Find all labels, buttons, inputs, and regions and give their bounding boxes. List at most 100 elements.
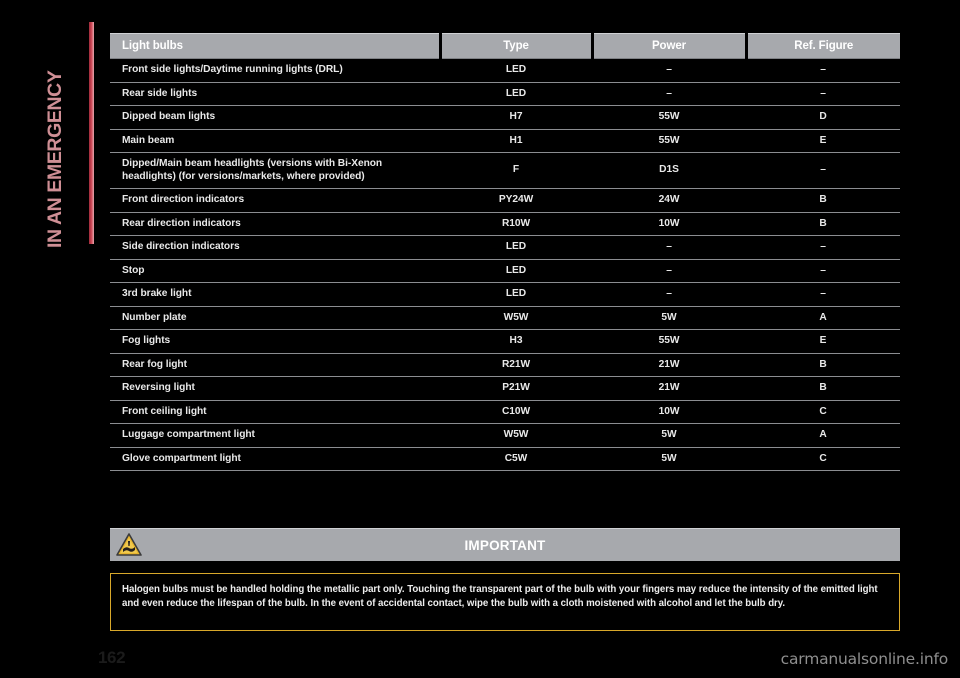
table-row: Front side lights/Daytime running lights… [110, 58, 900, 83]
table-row: 3rd brake light LED – – [110, 282, 900, 307]
cell-bulb-type: H1 [440, 129, 592, 153]
column-header-type: Type [438, 33, 594, 59]
cell-bulb-type: LED [440, 282, 592, 307]
section-tab-label: IN AN EMERGENCY [44, 70, 66, 248]
watermark: carmanualsonline.info [780, 650, 949, 668]
page-number: 162 [98, 648, 126, 667]
column-header-ref-figure: Ref. Figure [744, 33, 900, 59]
cell-bulb-name: Luggage compartment light [110, 423, 440, 448]
cell-bulb-ref: – [746, 152, 900, 189]
cell-bulb-name: Glove compartment light [110, 447, 440, 471]
light-bulbs-table: Light bulbs Type Power Ref. Figure Front… [110, 33, 900, 471]
cell-bulb-type: C5W [440, 447, 592, 471]
cell-bulb-ref: – [746, 82, 900, 106]
table-row: Main beam H1 55W E [110, 129, 900, 153]
table-row: Stop LED – – [110, 259, 900, 283]
table-row: Glove compartment light C5W 5W C [110, 447, 900, 471]
cell-bulb-type: PY24W [440, 188, 592, 213]
cell-bulb-power: 24W [592, 188, 746, 213]
cell-bulb-name: Number plate [110, 306, 440, 330]
important-header: IMPORTANT [110, 528, 900, 561]
table-row: Front ceiling light C10W 10W C [110, 400, 900, 424]
table-row: Fog lights H3 55W E [110, 329, 900, 354]
table-row: Rear side lights LED – – [110, 82, 900, 106]
cell-bulb-name: Rear fog light [110, 353, 440, 377]
cell-bulb-power: – [592, 282, 746, 307]
cell-bulb-name: Reversing light [110, 376, 440, 401]
cell-bulb-type: P21W [440, 376, 592, 401]
table-row: Front direction indicators PY24W 24W B [110, 188, 900, 213]
cell-bulb-power: – [592, 259, 746, 283]
cell-bulb-ref: B [746, 353, 900, 377]
section-tab: IN AN EMERGENCY [44, 18, 100, 248]
cell-bulb-ref: – [746, 282, 900, 307]
cell-bulb-type: C10W [440, 400, 592, 424]
cell-bulb-ref: B [746, 376, 900, 401]
cell-bulb-type: W5W [440, 423, 592, 448]
cell-bulb-type: H7 [440, 105, 592, 130]
table-row: Side direction indicators LED – – [110, 235, 900, 260]
important-title: IMPORTANT [464, 537, 546, 553]
cell-bulb-type: LED [440, 58, 592, 83]
cell-bulb-name: Rear direction indicators [110, 212, 440, 236]
cell-bulb-power: D1S [592, 152, 746, 189]
cell-bulb-ref: C [746, 400, 900, 424]
important-body: Halogen bulbs must be handled holding th… [110, 573, 900, 631]
table-row: Number plate W5W 5W A [110, 306, 900, 330]
cell-bulb-ref: B [746, 188, 900, 213]
table-row: Dipped beam lights H7 55W D [110, 105, 900, 130]
cell-bulb-name: Front direction indicators [110, 188, 440, 213]
cell-bulb-type: LED [440, 82, 592, 106]
cell-bulb-type: R10W [440, 212, 592, 236]
warning-triangle-icon [116, 533, 142, 556]
cell-bulb-name: Stop [110, 259, 440, 283]
table-body: Front side lights/Daytime running lights… [110, 58, 900, 471]
cell-bulb-power: 21W [592, 376, 746, 401]
table-row: Reversing light P21W 21W B [110, 376, 900, 401]
table-row: Rear fog light R21W 21W B [110, 353, 900, 377]
cell-bulb-name: Main beam [110, 129, 440, 153]
cell-bulb-type: W5W [440, 306, 592, 330]
column-header-power: Power [590, 33, 748, 59]
table-header: Light bulbs Type Power Ref. Figure [110, 33, 900, 59]
cell-bulb-ref: – [746, 58, 900, 83]
table-header-row: Light bulbs Type Power Ref. Figure [110, 33, 900, 59]
cell-bulb-power: 5W [592, 423, 746, 448]
bulb-specification-table: Light bulbs Type Power Ref. Figure Front… [110, 33, 900, 471]
table-row: Rear direction indicators R10W 10W B [110, 212, 900, 236]
cell-bulb-ref: – [746, 259, 900, 283]
cell-bulb-power: – [592, 82, 746, 106]
cell-bulb-ref: E [746, 329, 900, 354]
cell-bulb-ref: – [746, 235, 900, 260]
important-body-text: Halogen bulbs must be handled holding th… [122, 584, 878, 609]
cell-bulb-type: R21W [440, 353, 592, 377]
cell-bulb-type: LED [440, 235, 592, 260]
cell-bulb-power: 10W [592, 400, 746, 424]
cell-bulb-type: F [440, 152, 592, 189]
cell-bulb-type: H3 [440, 329, 592, 354]
cell-bulb-power: 5W [592, 306, 746, 330]
cell-bulb-name: Dipped beam lights [110, 105, 440, 130]
cell-bulb-power: 55W [592, 129, 746, 153]
cell-bulb-ref: D [746, 105, 900, 130]
cell-bulb-power: 21W [592, 353, 746, 377]
cell-bulb-ref: C [746, 447, 900, 471]
cell-bulb-name: Side direction indicators [110, 235, 440, 260]
cell-bulb-ref: E [746, 129, 900, 153]
cell-bulb-name: Front ceiling light [110, 400, 440, 424]
column-header-light-bulbs: Light bulbs [110, 33, 442, 59]
cell-bulb-type: LED [440, 259, 592, 283]
cell-bulb-ref: A [746, 423, 900, 448]
cell-bulb-power: 10W [592, 212, 746, 236]
cell-bulb-name: 3rd brake light [110, 282, 440, 307]
table-row: Luggage compartment light W5W 5W A [110, 423, 900, 448]
important-callout: IMPORTANT Halogen bulbs must be handled … [110, 528, 900, 631]
cell-bulb-name: Fog lights [110, 329, 440, 354]
section-accent-rule [89, 22, 94, 244]
cell-bulb-ref: B [746, 212, 900, 236]
cell-bulb-power: 55W [592, 329, 746, 354]
cell-bulb-name: Rear side lights [110, 82, 440, 106]
table-row: Dipped/Main beam headlights (versions wi… [110, 152, 900, 189]
cell-bulb-name: Front side lights/Daytime running lights… [110, 58, 440, 83]
cell-bulb-ref: A [746, 306, 900, 330]
